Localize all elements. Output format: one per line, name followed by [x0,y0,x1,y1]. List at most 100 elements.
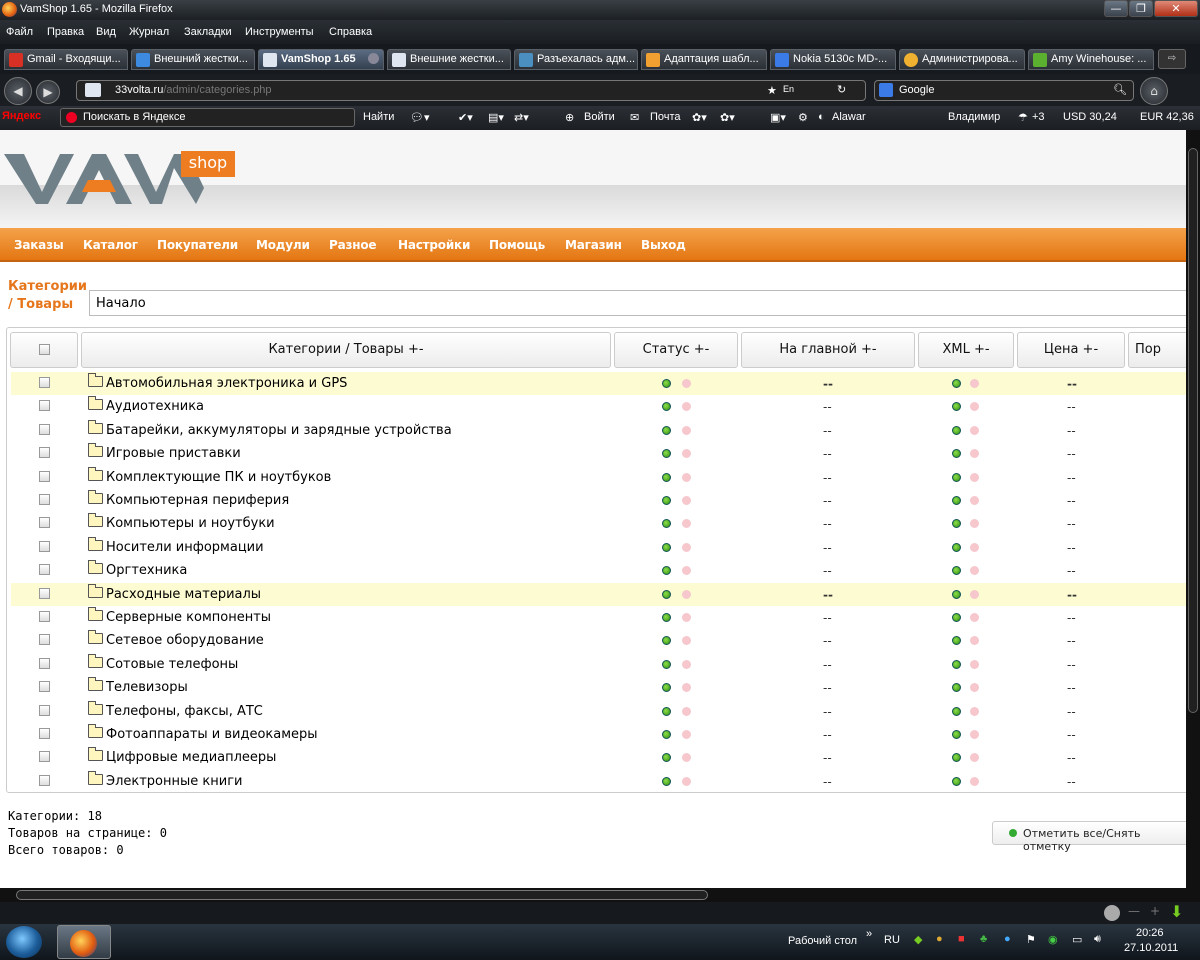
status-active-icon[interactable] [662,636,671,646]
status-inactive-icon[interactable] [682,683,691,693]
folder-icon[interactable] [88,419,103,434]
xml-inactive-icon[interactable] [970,449,979,459]
tab-gmail[interactable]: Gmail - Входящи... [4,49,128,70]
zoom-in-icon[interactable]: + [1150,904,1160,918]
xml-inactive-icon[interactable] [970,519,979,529]
menu-tools[interactable]: Инструменты [245,26,314,38]
xml-active-icon[interactable] [952,379,961,388]
folder-icon[interactable] [88,513,103,528]
menu-customers[interactable]: Покупатели [157,238,238,252]
status-inactive-icon[interactable] [682,449,691,459]
status-inactive-icon[interactable] [682,542,691,552]
network-icon[interactable]: ▭ [1072,933,1082,946]
menu-file[interactable]: Файл [6,26,33,38]
menu-logout[interactable]: Выход [641,238,686,252]
menu-shop[interactable]: Магазин [565,238,622,252]
nvidia-icon[interactable]: ◆ [914,933,922,946]
horizontal-scrollbar-thumb[interactable] [16,890,708,900]
category-name[interactable]: Сотовые телефоны [106,657,238,672]
status-active-icon[interactable] [662,706,671,716]
xml-inactive-icon[interactable] [970,730,979,739]
xml-active-icon[interactable] [952,683,961,693]
row-checkbox[interactable] [39,377,50,388]
status-inactive-icon[interactable] [682,636,691,646]
status-active-icon[interactable] [662,379,671,388]
select-all-checkbox[interactable] [39,344,50,355]
status-inactive-icon[interactable] [682,566,691,576]
folder-icon[interactable] [88,560,103,575]
xml-active-icon[interactable] [952,542,961,552]
xml-inactive-icon[interactable] [970,613,979,622]
status-inactive-icon[interactable] [682,753,691,763]
status-active-icon[interactable] [662,613,671,622]
status-inactive-icon[interactable] [682,496,691,505]
tab-nokia[interactable]: Nokia 5130c MD-... [770,49,896,70]
menu-modules[interactable]: Модули [256,238,310,252]
check-icon[interactable]: ✔▾ [458,111,473,124]
folder-icon[interactable] [88,630,103,645]
folder-icon[interactable] [88,373,103,387]
taskbar-firefox[interactable] [57,925,111,959]
download-icon[interactable]: ⬇ [1170,902,1183,921]
menu-orders[interactable]: Заказы [14,238,64,252]
yandex-login-button[interactable]: Войти [584,111,615,123]
language-indicator[interactable]: RU [884,934,900,946]
status-active-icon[interactable] [662,730,671,739]
category-name[interactable]: Комплектующие ПК и ноутбуков [106,470,331,485]
xml-active-icon[interactable] [952,589,961,599]
flag-icon[interactable]: ⚑ [1026,933,1036,946]
tab-close-icon[interactable] [368,53,379,64]
zoom-out-icon[interactable]: — [1128,904,1140,918]
status-active-icon[interactable] [662,496,671,505]
antivirus-icon[interactable]: ■ [958,933,965,945]
close-button[interactable]: ✕ [1154,0,1198,17]
comment-icon[interactable]: 💬︎▾ [410,111,430,124]
menu-view[interactable]: Вид [96,26,116,38]
status-active-icon[interactable] [662,449,671,459]
gift-icon[interactable]: ▣▾ [770,111,786,124]
folder-icon[interactable] [88,700,103,715]
category-name[interactable]: Расходные материалы [106,587,261,602]
category-name[interactable]: Телевизоры [106,680,188,695]
tray-icon[interactable]: ● [936,933,943,945]
xml-inactive-icon[interactable] [970,683,979,693]
tray-icon[interactable]: ♣ [980,933,987,945]
row-checkbox[interactable] [39,540,50,552]
status-active-icon[interactable] [662,566,671,576]
xml-inactive-icon[interactable] [970,706,979,716]
status-inactive-icon[interactable] [682,519,691,529]
clock-date[interactable]: 27.10.2011 [1124,942,1178,954]
status-inactive-icon[interactable] [682,706,691,716]
menu-history[interactable]: Журнал [129,26,169,38]
bookmark-star-icon[interactable]: ★ [767,84,777,97]
xml-active-icon[interactable] [952,566,961,576]
xml-inactive-icon[interactable] [970,472,979,482]
show-more-icon[interactable]: » [866,928,872,940]
status-active-icon[interactable] [662,519,671,529]
tab-hdd-2[interactable]: Внешние жестки... [387,49,511,70]
minimize-button[interactable]: — [1104,0,1128,17]
status-inactive-icon[interactable] [682,613,691,622]
xml-inactive-icon[interactable] [970,636,979,646]
status-inactive-icon[interactable] [682,776,691,786]
row-checkbox[interactable] [39,400,50,412]
weather-value[interactable]: +3 [1032,111,1045,123]
header-price[interactable]: Цена +- [1017,332,1125,368]
gear-icon[interactable]: ⚙ [798,111,808,124]
status-active-icon[interactable] [662,776,671,786]
usd-rate[interactable]: USD 30,24 [1063,111,1117,123]
folder-icon[interactable] [88,583,103,598]
folder-icon[interactable] [88,607,103,621]
zoom-reset-icon[interactable] [1104,905,1120,921]
yandex-search-input[interactable]: Поискать в Яндексе [60,108,355,127]
row-checkbox[interactable] [39,564,50,576]
status-active-icon[interactable] [662,683,671,693]
row-checkbox[interactable] [39,634,50,646]
menu-misc[interactable]: Разное [329,238,377,252]
xml-active-icon[interactable] [952,730,961,739]
status-active-icon[interactable] [662,472,671,482]
xml-inactive-icon[interactable] [970,566,979,576]
xml-inactive-icon[interactable] [970,776,979,786]
xml-inactive-icon[interactable] [970,379,979,388]
status-inactive-icon[interactable] [682,730,691,739]
